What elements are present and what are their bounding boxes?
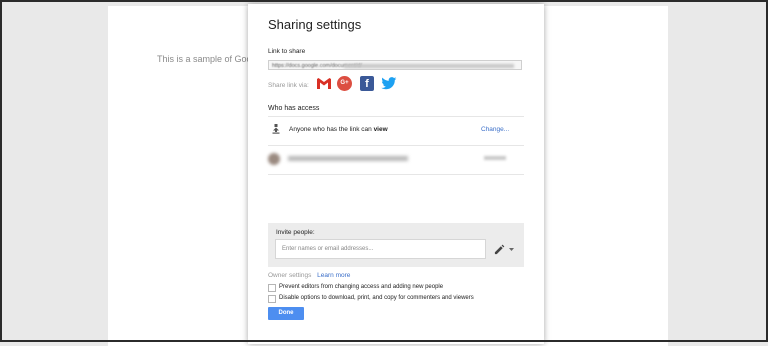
learn-more-link[interactable]: Learn more bbox=[317, 272, 350, 279]
link-access-text: Anyone who has the link can bbox=[289, 126, 372, 133]
share-link-via-label: Share link via: bbox=[268, 82, 309, 89]
divider bbox=[268, 116, 524, 117]
invite-people-input[interactable]: Enter names or email addresses... bbox=[275, 239, 486, 259]
edit-permission-pencil-icon[interactable] bbox=[494, 244, 505, 255]
chevron-down-icon[interactable] bbox=[509, 248, 514, 252]
owner-settings-row: Owner settings Learn more bbox=[268, 272, 350, 279]
dialog-title: Sharing settings bbox=[268, 17, 362, 32]
owner-avatar bbox=[268, 153, 280, 165]
done-button[interactable]: Done bbox=[268, 307, 304, 320]
gmail-icon[interactable] bbox=[316, 76, 332, 91]
share-link-field[interactable]: https://docs.google.com/document/d/ bbox=[268, 60, 522, 70]
disable-download-label: Disable options to download, print, and … bbox=[279, 295, 474, 301]
owner-role-redacted bbox=[484, 156, 506, 160]
link-access-level: view bbox=[373, 126, 388, 133]
link-access-icon bbox=[272, 124, 280, 134]
who-has-access-heading: Who has access bbox=[268, 105, 320, 112]
invite-people-section: Invite people: Enter names or email addr… bbox=[268, 223, 524, 267]
disable-download-checkbox[interactable] bbox=[268, 295, 276, 303]
owner-name-redacted bbox=[288, 156, 408, 161]
twitter-icon[interactable] bbox=[381, 76, 397, 91]
change-access-link[interactable]: Change... bbox=[481, 126, 509, 133]
divider bbox=[268, 145, 524, 146]
sharing-settings-dialog: Sharing settings Link to share https://d… bbox=[248, 4, 544, 344]
share-link-redacted bbox=[344, 64, 514, 68]
prevent-editors-label: Prevent editors from changing access and… bbox=[279, 284, 444, 290]
owner-settings-label: Owner settings bbox=[268, 272, 312, 279]
invite-people-label: Invite people: bbox=[276, 229, 315, 236]
link-to-share-label: Link to share bbox=[268, 48, 306, 55]
link-access-description: Anyone who has the link can view bbox=[289, 126, 388, 133]
prevent-editors-checkbox[interactable] bbox=[268, 284, 276, 292]
facebook-icon[interactable]: f bbox=[360, 76, 374, 91]
divider bbox=[268, 174, 524, 175]
google-plus-icon[interactable]: G+ bbox=[337, 76, 352, 91]
